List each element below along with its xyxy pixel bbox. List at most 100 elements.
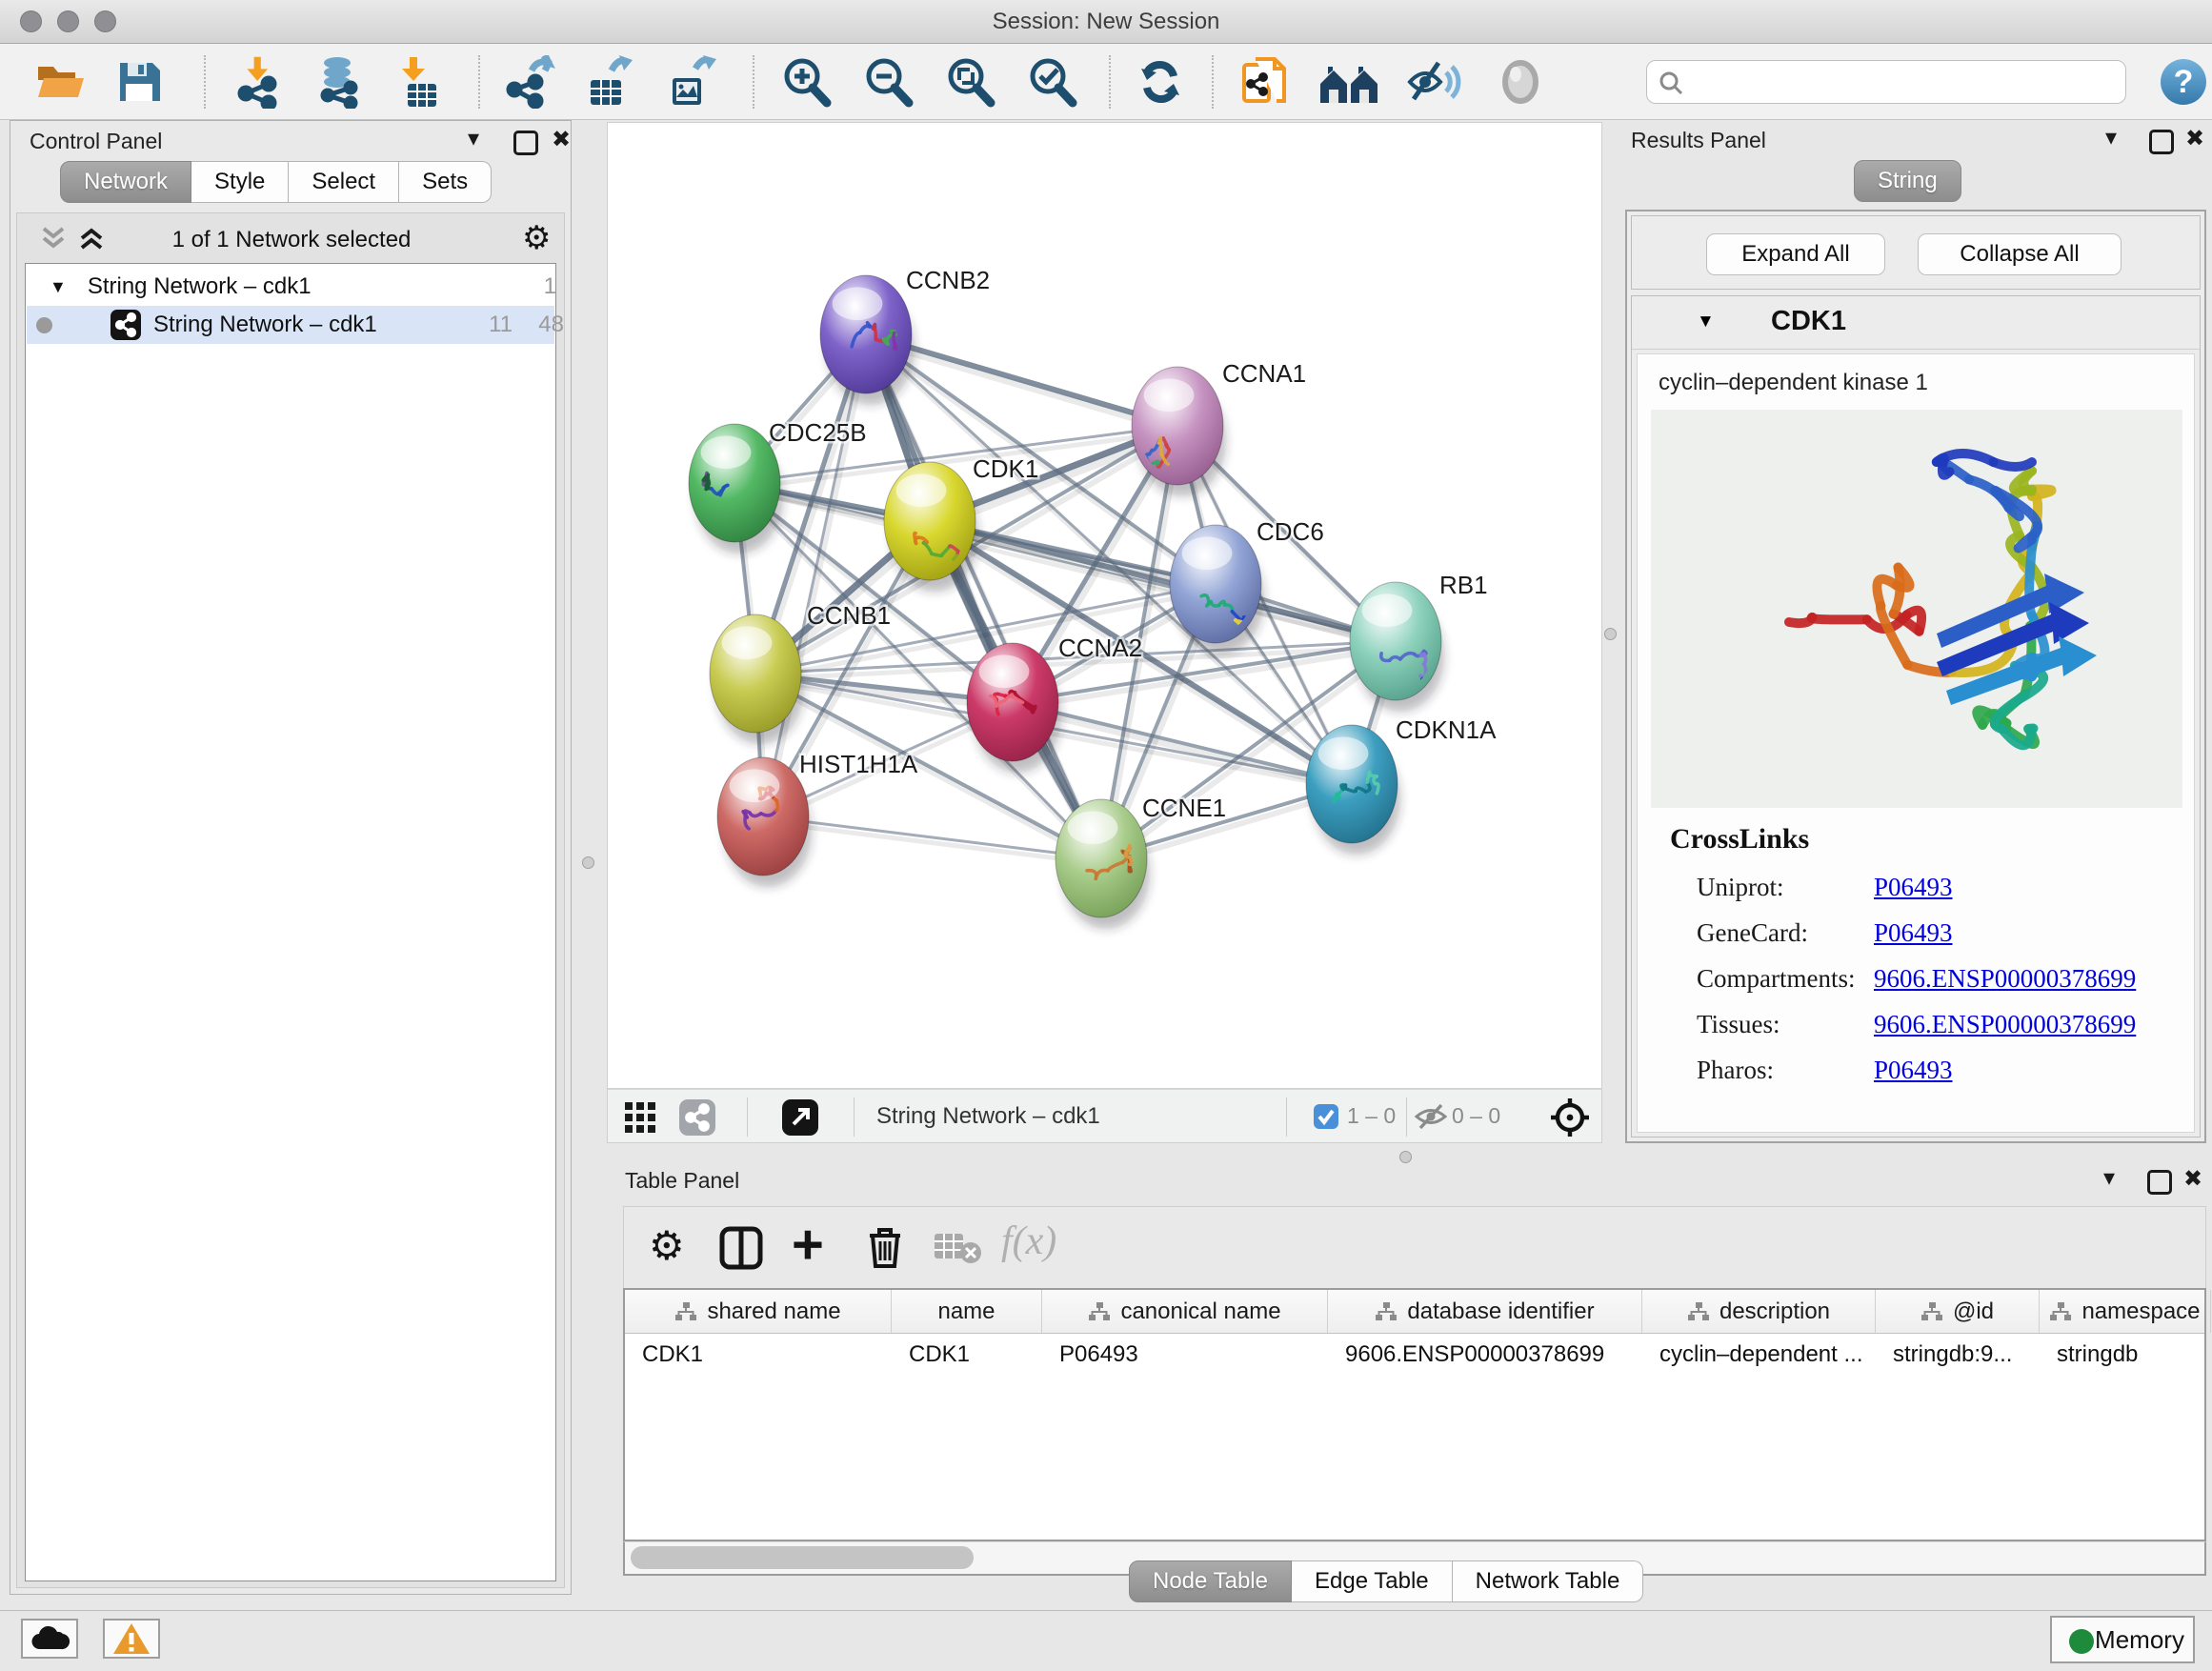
tab-edge-table[interactable]: Edge Table <box>1292 1560 1453 1602</box>
clone-network-icon[interactable] <box>1238 55 1292 109</box>
zoom-fit-icon[interactable] <box>943 55 996 109</box>
search-icon <box>1659 70 1683 95</box>
close-panel-icon[interactable]: ✖ <box>2185 125 2204 151</box>
open-in-window-icon[interactable] <box>781 1098 819 1141</box>
float-panel-icon[interactable] <box>513 131 538 155</box>
export-network-icon[interactable] <box>503 55 556 109</box>
collection-name: String Network – cdk1 <box>88 273 312 300</box>
network-tree: ▼ String Network – cdk1 1 String Network… <box>25 263 556 1581</box>
gene-symbol: CDK1 <box>1771 306 1846 337</box>
zoom-in-icon[interactable] <box>779 55 833 109</box>
column-header-shared-name[interactable]: shared name <box>625 1290 892 1333</box>
column-label: @id <box>1953 1299 1994 1325</box>
add-column-icon[interactable]: + <box>792 1220 824 1270</box>
close-panel-icon[interactable]: ✖ <box>552 126 571 152</box>
vertical-splitter-handle[interactable] <box>582 856 594 869</box>
network-type-icon[interactable] <box>678 1098 716 1141</box>
float-panel-icon[interactable] <box>2149 130 2174 154</box>
node-gloss <box>1182 536 1233 570</box>
refresh-icon[interactable] <box>1134 55 1187 109</box>
toolbar-separator <box>753 55 754 109</box>
table-options-gear-icon[interactable]: ⚙ <box>649 1222 685 1269</box>
node-label: CDC25B <box>769 418 867 447</box>
crosslink-link[interactable]: 9606.ENSP00000378699 <box>1874 1010 2136 1039</box>
export-table-icon[interactable] <box>583 55 636 109</box>
column-label: database identifier <box>1407 1299 1594 1325</box>
tab-network[interactable]: Network <box>60 161 191 203</box>
table-cell: cyclin–dependent ... <box>1642 1334 1876 1376</box>
column-header-namespace[interactable]: namespace <box>2040 1290 2211 1333</box>
column-header-description[interactable]: description <box>1642 1290 1876 1333</box>
function-builder-icon[interactable]: f(x) <box>1001 1218 1056 1264</box>
column-header-name[interactable]: name <box>892 1290 1042 1333</box>
network-row-selected[interactable]: String Network – cdk1 11 48 <box>27 306 554 344</box>
node-label: CDK1 <box>973 454 1038 483</box>
crosslink-link[interactable]: P06493 <box>1874 1056 1953 1085</box>
tab-style[interactable]: Style <box>191 161 289 203</box>
memory-button[interactable]: Memory <box>2050 1616 2195 1663</box>
results-panel-tabs: String <box>1854 160 1961 202</box>
birdseye-grid-icon[interactable] <box>623 1100 657 1139</box>
warnings-button[interactable] <box>103 1619 160 1659</box>
collapse-panel-icon[interactable]: ▾ <box>468 125 479 151</box>
show-hide-icon[interactable] <box>1406 55 1459 109</box>
collapse-all-button[interactable]: Collapse All <box>1918 233 2122 275</box>
zoom-out-icon[interactable] <box>861 55 915 109</box>
crosslink-label: Uniprot: <box>1697 873 1784 901</box>
node-gloss <box>833 287 883 320</box>
column-label: shared name <box>707 1299 840 1325</box>
crosslink-link[interactable]: P06493 <box>1874 918 1953 948</box>
save-session-icon[interactable] <box>112 55 166 109</box>
tab-select[interactable]: Select <box>289 161 399 203</box>
hidden-eye-icon[interactable] <box>1414 1102 1448 1136</box>
open-session-icon[interactable] <box>34 55 88 109</box>
delete-column-icon[interactable] <box>864 1224 906 1275</box>
toolbar-separator <box>478 55 480 109</box>
import-network-database-icon[interactable] <box>312 55 366 109</box>
network-collection-row[interactable]: ▼ String Network – cdk1 1 <box>27 268 554 306</box>
svg-text:?: ? <box>2174 64 2194 100</box>
network-options-gear-icon[interactable]: ⚙ <box>522 219 551 257</box>
node-gloss <box>730 769 780 802</box>
fit-selected-crosshair-icon[interactable] <box>1549 1097 1591 1143</box>
selected-checkbox-icon[interactable] <box>1313 1103 1339 1135</box>
eye-disabled-icon[interactable] <box>1494 55 1547 109</box>
float-panel-icon[interactable] <box>2147 1170 2172 1195</box>
collapse-panel-icon[interactable]: ▾ <box>2105 124 2117 151</box>
show-columns-icon[interactable] <box>719 1226 763 1275</box>
tab-sets[interactable]: Sets <box>399 161 492 203</box>
search-input[interactable] <box>1691 65 2110 99</box>
toolbar-separator <box>204 55 206 109</box>
cloud-button[interactable] <box>21 1619 78 1659</box>
tab-network-table[interactable]: Network Table <box>1453 1560 1644 1602</box>
column-header-database-identifier[interactable]: database identifier <box>1328 1290 1642 1333</box>
import-network-file-icon[interactable] <box>232 55 286 109</box>
toolbar-separator <box>1286 1097 1287 1137</box>
gene-section-header[interactable]: ▼ CDK1 <box>1632 296 2200 350</box>
export-image-icon[interactable] <box>665 55 718 109</box>
string-home-icon[interactable] <box>1318 55 1372 109</box>
crosslink-link[interactable]: P06493 <box>1874 873 1953 902</box>
table-cell: 9606.ENSP00000378699 <box>1328 1334 1642 1376</box>
column-header-canonical-name[interactable]: canonical name <box>1042 1290 1328 1333</box>
tab-string[interactable]: String <box>1854 160 1961 202</box>
tab-node-table[interactable]: Node Table <box>1129 1560 1292 1602</box>
network-view[interactable]: CCNB2CCNA1CDC25BCDK1CDC6RB1CCNB1CCNA2CDK… <box>607 122 1602 1089</box>
zoom-selected-icon[interactable] <box>1025 55 1078 109</box>
table-cell: CDK1 <box>892 1334 1042 1376</box>
horizontal-splitter-handle[interactable] <box>1399 1151 1412 1163</box>
collapse-panel-icon[interactable]: ▾ <box>2103 1164 2115 1191</box>
column-header--id[interactable]: @id <box>1876 1290 2040 1333</box>
scrollbar-thumb[interactable] <box>631 1546 974 1569</box>
close-panel-icon[interactable]: ✖ <box>2183 1165 2202 1192</box>
expand-all-button[interactable]: Expand All <box>1706 233 1885 275</box>
section-expander-icon[interactable]: ▼ <box>1697 312 1715 332</box>
help-icon[interactable]: ? <box>2159 57 2212 111</box>
import-table-icon[interactable] <box>394 55 448 109</box>
crosslink-link[interactable]: 9606.ENSP00000378699 <box>1874 964 2136 994</box>
delete-table-icon[interactable] <box>935 1230 982 1269</box>
gene-description: cyclin–dependent kinase 1 <box>1659 370 1928 396</box>
table-row[interactable]: CDK1CDK1P064939606.ENSP00000378699cyclin… <box>625 1334 2204 1376</box>
tree-expander-icon[interactable]: ▼ <box>50 277 67 297</box>
vertical-splitter-handle[interactable] <box>1604 628 1617 640</box>
